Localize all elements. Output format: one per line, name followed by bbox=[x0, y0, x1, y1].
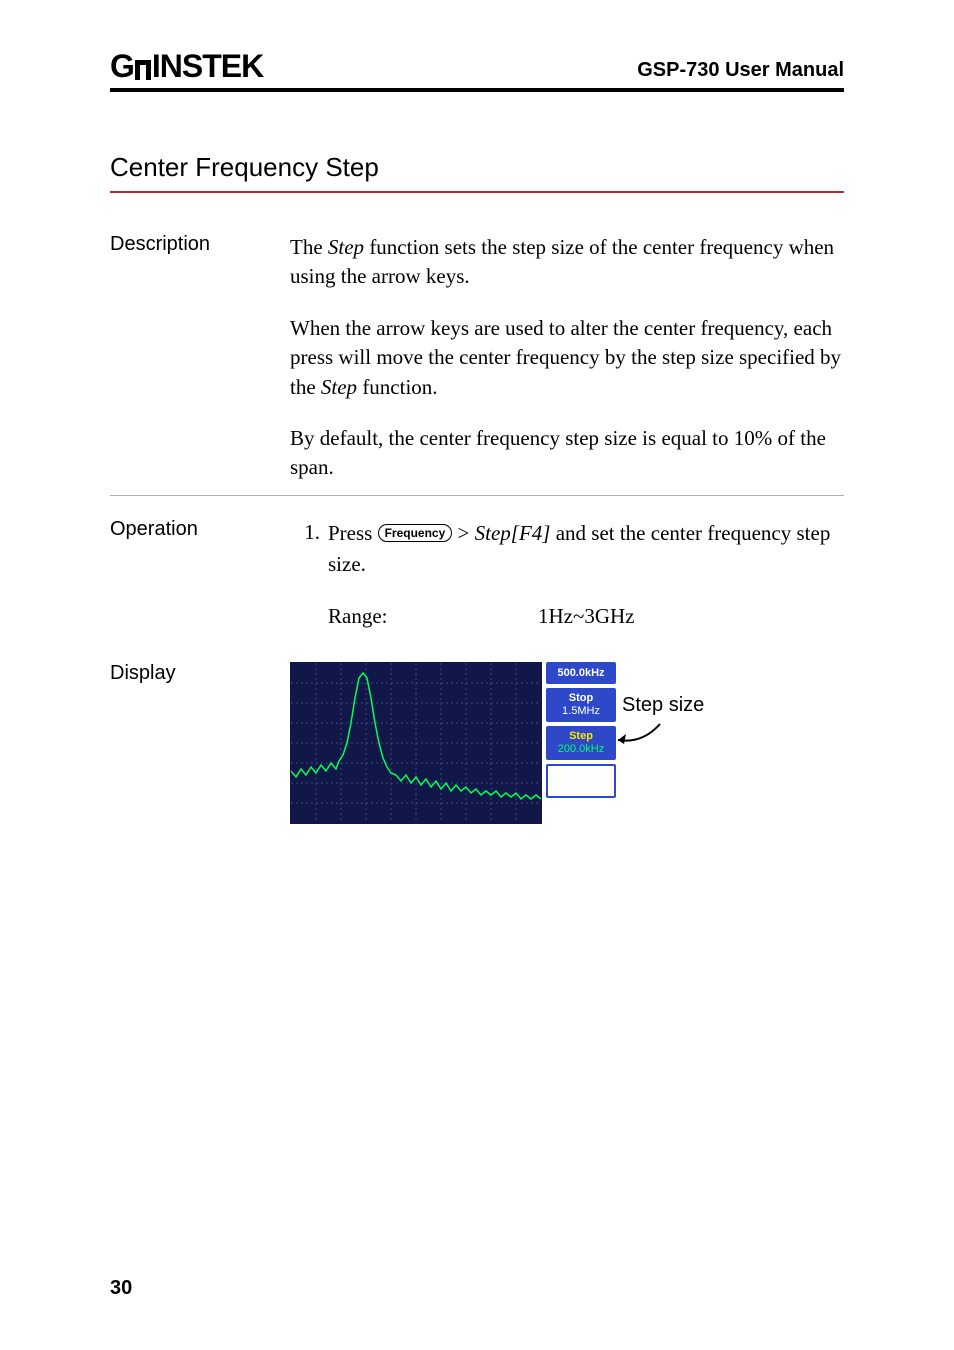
spectrum-plot-icon bbox=[291, 663, 541, 823]
description-body: The Step function sets the step size of … bbox=[290, 233, 844, 483]
operation-body: 1. Press Frequency > Step[F4] and set th… bbox=[290, 518, 844, 633]
section-heading: Center Frequency Step bbox=[110, 152, 844, 193]
softkey-start[interactable]: 500.0kHz bbox=[546, 662, 616, 684]
logo-bridge-icon bbox=[132, 60, 154, 82]
description-para-2: When the arrow keys are used to alter th… bbox=[290, 314, 844, 402]
description-para-1: The Step function sets the step size of … bbox=[290, 233, 844, 292]
step-number: 1. bbox=[290, 518, 328, 547]
range-row: Range: 1Hz~3GHz bbox=[328, 601, 844, 633]
brand-logo: G INSTEK bbox=[110, 50, 263, 82]
description-block: Description The Step function sets the s… bbox=[110, 233, 844, 483]
annotation-label: Step size bbox=[622, 694, 704, 717]
softkey-stop[interactable]: Stop 1.5MHz bbox=[546, 688, 616, 722]
display-label: Display bbox=[110, 662, 290, 824]
section-divider bbox=[110, 495, 844, 496]
operation-step-1: Press Frequency > Step[F4] and set the c… bbox=[328, 518, 844, 633]
page-number: 30 bbox=[110, 1277, 132, 1300]
operation-label: Operation bbox=[110, 518, 290, 541]
annotation-arrow-icon bbox=[612, 722, 662, 746]
frequency-key-icon: Frequency bbox=[378, 524, 453, 542]
description-label: Description bbox=[110, 233, 290, 256]
softkey-empty bbox=[546, 764, 616, 798]
logo-text-left: G bbox=[110, 50, 134, 82]
softkey-column: 500.0kHz Stop 1.5MHz Step 200.0kHz bbox=[546, 662, 616, 798]
display-graphic: 500.0kHz Stop 1.5MHz Step 200.0kHz Step … bbox=[290, 662, 742, 824]
description-para-3: By default, the center frequency step si… bbox=[290, 424, 844, 483]
range-label: Range: bbox=[328, 601, 538, 633]
operation-block: Operation 1. Press Frequency > Step[F4] … bbox=[110, 518, 844, 633]
range-value: 1Hz~3GHz bbox=[538, 601, 844, 633]
logo-text-right: INSTEK bbox=[152, 50, 263, 82]
manual-title: GSP-730 User Manual bbox=[637, 59, 844, 82]
display-block: Display bbox=[110, 662, 844, 824]
softkey-step[interactable]: Step 200.0kHz bbox=[546, 726, 616, 760]
spectrum-screen bbox=[290, 662, 542, 824]
page-header: G INSTEK GSP-730 User Manual bbox=[110, 50, 844, 92]
